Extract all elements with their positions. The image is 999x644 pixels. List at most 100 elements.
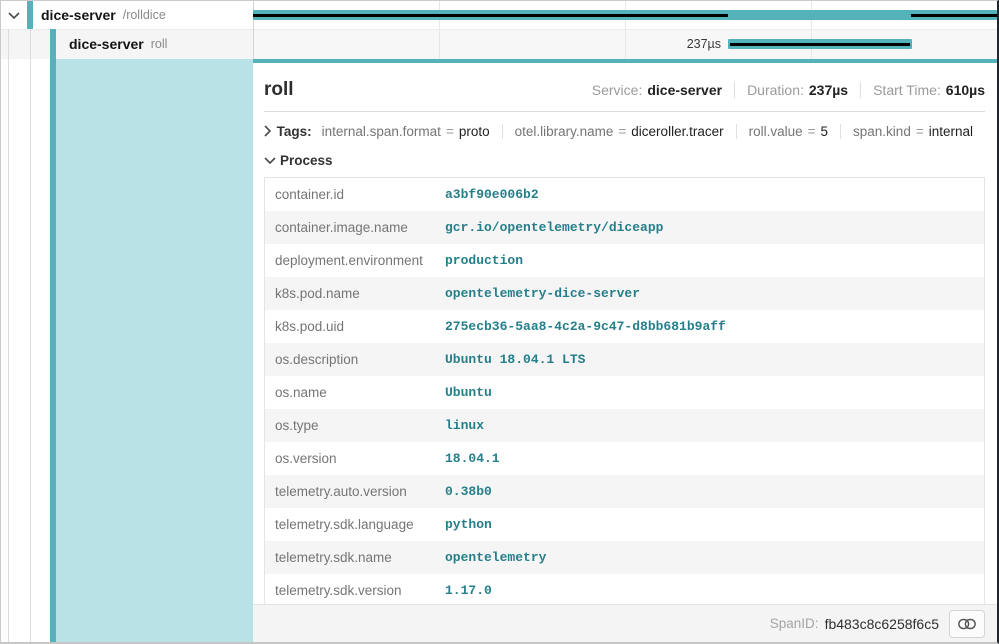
overview-stat: Service: dice-server bbox=[592, 82, 722, 98]
process-value: python bbox=[445, 517, 492, 532]
process-key: os.version bbox=[265, 451, 445, 466]
chevron-down-icon[interactable] bbox=[264, 157, 280, 164]
tag-key: internal.span.format bbox=[322, 124, 441, 139]
tag-equals: = bbox=[808, 124, 816, 139]
table-row: deployment.environment production bbox=[265, 244, 984, 277]
spanid-value: fb483c8c6258f6c5 bbox=[825, 616, 939, 632]
trace-timeline-view: dice-server /rolldice dice-server roll 2… bbox=[0, 0, 999, 644]
process-value: 275ecb36-5aa8-4c2a-9c47-d8bb681b9aff bbox=[445, 319, 726, 334]
tag-item: roll.value = 5 bbox=[737, 124, 841, 139]
header-divider bbox=[264, 111, 985, 112]
process-section-label: Process bbox=[280, 153, 333, 168]
service-color-chip bbox=[27, 1, 33, 29]
process-key: telemetry.sdk.name bbox=[265, 550, 445, 565]
indent-guide bbox=[8, 29, 9, 642]
process-key: telemetry.sdk.language bbox=[265, 517, 445, 532]
span-detail-panel: roll Service: dice-server Duration: 237µ… bbox=[253, 59, 997, 642]
span-detail-body: roll Service: dice-server Duration: 237µ… bbox=[253, 63, 997, 604]
process-key: container.id bbox=[265, 187, 445, 202]
tags-section-label: Tags: bbox=[277, 124, 312, 139]
table-row: k8s.pod.name opentelemetry-dice-server bbox=[265, 277, 984, 310]
span-duration-label: 237µs bbox=[601, 29, 721, 59]
table-row: os.type linux bbox=[265, 409, 984, 442]
process-value: Ubuntu bbox=[445, 385, 492, 400]
link-icon bbox=[958, 617, 976, 631]
stat-value: 610µs bbox=[946, 82, 985, 98]
process-value: 1.17.0 bbox=[445, 583, 492, 598]
table-row: k8s.pod.uid 275ecb36-5aa8-4c2a-9c47-d8bb… bbox=[265, 310, 984, 343]
tag-equals: = bbox=[446, 124, 454, 139]
overview-stat: Start Time: 610µs bbox=[860, 82, 985, 98]
spanid-label: SpanID: bbox=[770, 616, 819, 631]
span-row-parent[interactable]: dice-server /rolldice bbox=[1, 1, 253, 29]
process-value: production bbox=[445, 253, 523, 268]
tag-value: internal bbox=[929, 124, 973, 139]
tag-equals: = bbox=[618, 124, 626, 139]
tag-value: proto bbox=[459, 124, 490, 139]
stat-label: Duration: bbox=[747, 82, 804, 98]
process-key: k8s.pod.uid bbox=[265, 319, 445, 334]
tag-item: internal.span.format = proto bbox=[320, 124, 503, 139]
overview-stat: Duration: 237µs bbox=[734, 82, 848, 98]
process-kv-table: container.id a3bf90e006b2 container.imag… bbox=[264, 177, 985, 604]
process-value: linux bbox=[445, 418, 484, 433]
child-span-bar[interactable] bbox=[728, 39, 912, 49]
table-row: container.image.name gcr.io/opentelemetr… bbox=[265, 211, 984, 244]
table-row: os.version 18.04.1 bbox=[265, 442, 984, 475]
tag-equals: = bbox=[916, 124, 924, 139]
critical-path-segment bbox=[730, 43, 910, 46]
process-key: os.name bbox=[265, 385, 445, 400]
process-value: opentelemetry bbox=[445, 550, 546, 565]
process-key: os.type bbox=[265, 418, 445, 433]
process-key: os.description bbox=[265, 352, 445, 367]
stat-label: Start Time: bbox=[873, 82, 941, 98]
chevron-down-icon[interactable] bbox=[8, 12, 20, 19]
critical-path-segment bbox=[253, 14, 728, 17]
span-detail-footer: SpanID: fb483c8c6258f6c5 bbox=[253, 604, 997, 642]
stat-value: dice-server bbox=[647, 82, 722, 98]
critical-path-segment bbox=[911, 14, 997, 17]
process-value: 0.38b0 bbox=[445, 484, 492, 499]
tag-key: otel.library.name bbox=[515, 124, 614, 139]
table-row: os.description Ubuntu 18.04.1 LTS bbox=[265, 343, 984, 376]
stat-value: 237µs bbox=[809, 82, 848, 98]
tag-key: roll.value bbox=[749, 124, 803, 139]
span-detail-row-highlight bbox=[56, 59, 253, 642]
table-row: container.id a3bf90e006b2 bbox=[265, 178, 984, 211]
table-row: telemetry.sdk.language python bbox=[265, 508, 984, 541]
service-name: dice-server bbox=[69, 36, 144, 52]
span-row-child[interactable]: dice-server roll bbox=[61, 29, 167, 59]
parent-span-bar[interactable] bbox=[253, 10, 997, 20]
chevron-right-icon[interactable] bbox=[264, 125, 277, 137]
process-key: container.image.name bbox=[265, 220, 445, 235]
process-key: telemetry.auto.version bbox=[265, 484, 445, 499]
process-value: a3bf90e006b2 bbox=[445, 187, 539, 202]
tag-list: internal.span.format = proto otel.librar… bbox=[320, 124, 985, 139]
operation-name: roll bbox=[151, 37, 168, 51]
process-value: 18.04.1 bbox=[445, 451, 500, 466]
process-value: gcr.io/opentelemetry/diceapp bbox=[445, 220, 663, 235]
table-row: telemetry.sdk.version 1.17.0 bbox=[265, 574, 984, 604]
process-key: telemetry.sdk.version bbox=[265, 583, 445, 598]
tag-value: 5 bbox=[821, 124, 829, 139]
span-title: roll bbox=[264, 79, 592, 101]
process-accordion[interactable]: Process bbox=[264, 150, 985, 170]
process-key: deployment.environment bbox=[265, 253, 445, 268]
indent-guide bbox=[30, 29, 31, 642]
tag-item: span.kind = internal bbox=[841, 124, 985, 139]
tag-value: diceroller.tracer bbox=[631, 124, 723, 139]
process-key: k8s.pod.name bbox=[265, 286, 445, 301]
tags-accordion[interactable]: Tags: internal.span.format = proto otel.… bbox=[264, 121, 985, 141]
process-value: Ubuntu 18.04.1 LTS bbox=[445, 352, 585, 367]
service-name: dice-server bbox=[41, 7, 116, 23]
stat-label: Service: bbox=[592, 82, 643, 98]
table-row: os.name Ubuntu bbox=[265, 376, 984, 409]
process-value: opentelemetry-dice-server bbox=[445, 286, 640, 301]
table-row: telemetry.sdk.name opentelemetry bbox=[265, 541, 984, 574]
span-detail-header: roll Service: dice-server Duration: 237µ… bbox=[264, 79, 985, 101]
tag-item: otel.library.name = diceroller.tracer bbox=[503, 124, 737, 139]
deep-link-button[interactable] bbox=[949, 610, 985, 638]
span-overview-stats: Service: dice-server Duration: 237µs Sta… bbox=[592, 82, 985, 98]
operation-name: /rolldice bbox=[123, 8, 166, 22]
table-row: telemetry.auto.version 0.38b0 bbox=[265, 475, 984, 508]
